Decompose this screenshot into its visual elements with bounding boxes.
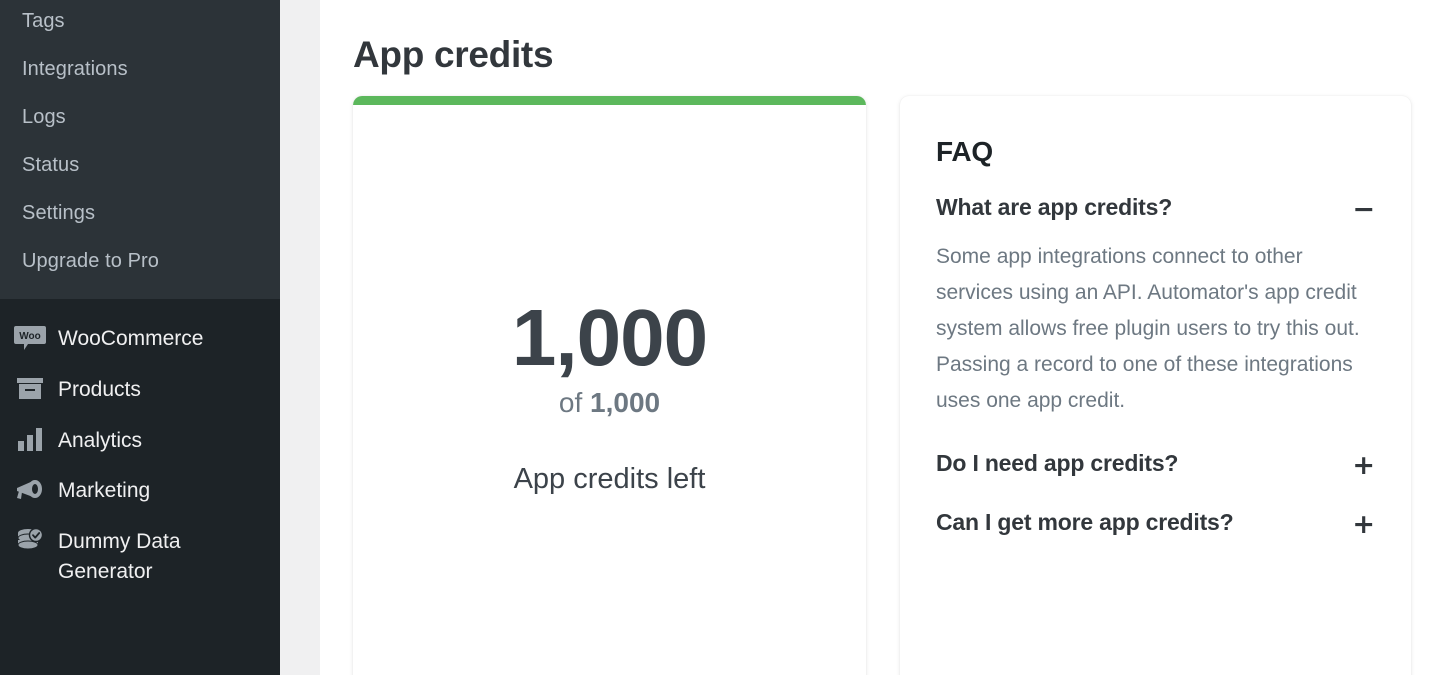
sidebar-item-status[interactable]: Status xyxy=(0,141,280,189)
sidebar-item-logs[interactable]: Logs xyxy=(0,93,280,141)
products-box-icon xyxy=(13,374,47,404)
faq-title: FAQ xyxy=(936,136,993,167)
faq-question-text: Can I get more app credits? xyxy=(936,508,1234,535)
app-credits-card: 1,000 of 1,000 App credits left xyxy=(353,96,866,675)
credits-total-value: 1,000 xyxy=(590,386,661,418)
faq-question-row[interactable]: What are app credits? − xyxy=(936,194,1375,223)
sidebar-item-label: WooCommerce xyxy=(58,327,204,350)
sidebar-item-dummy-data-generator[interactable]: Dummy Data Generator xyxy=(0,516,280,597)
faq-question-row[interactable]: Do I need app credits? + xyxy=(936,450,1375,479)
credits-total-line: of 1,000 xyxy=(353,386,866,418)
sidebar-item-label: Marketing xyxy=(58,479,151,503)
woocommerce-icon: Woo xyxy=(13,323,47,353)
main-content: App credits 1,000 of 1,000 App credits l… xyxy=(320,0,1434,675)
faq-item-do-i-need-app-credits: Do I need app credits? + xyxy=(936,450,1375,479)
sidebar-item-label: Analytics xyxy=(58,428,143,452)
sidebar-item-analytics[interactable]: Analytics xyxy=(0,415,280,466)
sidebar-item-label: Dummy Data Generator xyxy=(58,530,181,584)
credits-body: 1,000 of 1,000 App credits left xyxy=(353,105,866,494)
faq-item-can-i-get-more-app-credits: Can I get more app credits? + xyxy=(936,509,1375,538)
credits-label: App credits left xyxy=(513,462,706,495)
faq-question-text: What are app credits? xyxy=(936,194,1173,220)
sidebar-main-menu: Woo WooCommerce Products Analytics Marke… xyxy=(0,299,280,597)
faq-item-what-are-app-credits: What are app credits? − Some app integra… xyxy=(936,194,1375,420)
page-title: App credits xyxy=(353,34,554,75)
analytics-bar-chart-icon xyxy=(13,425,47,455)
sidebar-item-integrations[interactable]: Integrations xyxy=(0,45,280,93)
sidebar-item-marketing[interactable]: Marketing xyxy=(0,465,280,516)
sidebar-item-products[interactable]: Products xyxy=(0,364,280,415)
sidebar-submenu: Tags Integrations Logs Status Settings U… xyxy=(0,0,280,299)
faq-expand-plus-icon[interactable]: + xyxy=(1352,509,1375,538)
faq-collapse-minus-icon[interactable]: − xyxy=(1352,194,1375,223)
faq-answer-text: Some app integrations connect to other s… xyxy=(936,245,1360,413)
credits-remaining-value: 1,000 xyxy=(511,293,708,382)
sidebar-item-label: Products xyxy=(58,377,141,401)
faq-card: FAQ What are app credits? − Some app int… xyxy=(900,96,1411,675)
database-check-icon xyxy=(13,526,47,556)
sidebar-item-settings[interactable]: Settings xyxy=(0,189,280,237)
credits-accent-bar xyxy=(353,96,866,105)
svg-text:Woo: Woo xyxy=(19,331,40,342)
marketing-megaphone-icon xyxy=(13,475,47,505)
faq-question-text: Do I need app credits? xyxy=(936,449,1179,476)
admin-sidebar: Tags Integrations Logs Status Settings U… xyxy=(0,0,280,675)
credits-of-prefix: of xyxy=(558,386,583,418)
faq-expand-plus-icon[interactable]: + xyxy=(1352,450,1375,479)
sidebar-item-tags[interactable]: Tags xyxy=(0,0,280,45)
cards-row: 1,000 of 1,000 App credits left FAQ What… xyxy=(320,76,1434,675)
faq-question-row[interactable]: Can I get more app credits? + xyxy=(936,509,1375,538)
sidebar-item-woocommerce[interactable]: Woo WooCommerce xyxy=(0,313,280,364)
sidebar-item-upgrade-to-pro[interactable]: Upgrade to Pro xyxy=(0,237,280,285)
